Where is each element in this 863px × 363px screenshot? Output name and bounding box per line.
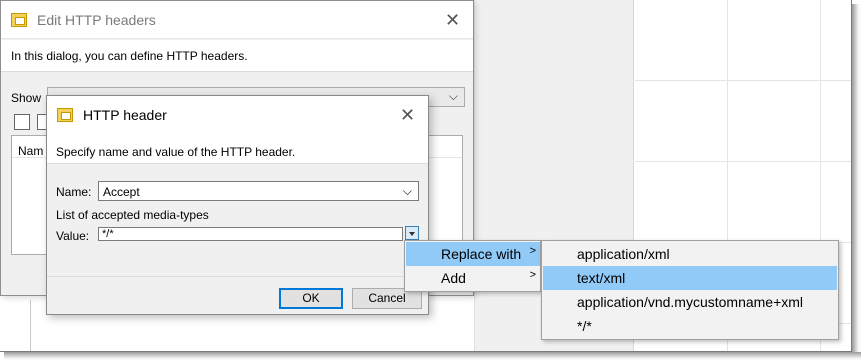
screenshot-shadow-right <box>852 4 861 356</box>
header-dialog-titlebar[interactable]: HTTP header <box>47 96 428 134</box>
value-label: Value: <box>56 229 90 243</box>
app-icon <box>57 108 73 122</box>
header-dialog-description: Specify name and value of the HTTP heade… <box>56 145 296 159</box>
close-icon[interactable]: ✕ <box>445 11 460 29</box>
chevron-down-icon: ⌵ <box>402 184 412 198</box>
submenu-item-any[interactable]: */* <box>543 314 837 338</box>
edit-dialog-titlebar[interactable]: Edit HTTP headers <box>1 1 473 39</box>
list-label: List of accepted media-types <box>56 208 209 222</box>
submenu-item-vnd-custom-xml[interactable]: application/vnd.mycustomname+xml <box>543 290 837 314</box>
show-label: Show <box>11 91 42 105</box>
chevron-right-icon: > <box>529 245 536 257</box>
value-context-menu: Replace with > Add > <box>404 240 541 292</box>
app-icon <box>11 12 27 27</box>
menu-item-add[interactable]: Add > <box>406 266 540 290</box>
menu-item-replace-with[interactable]: Replace with > <box>406 242 540 266</box>
background-divider <box>30 300 31 351</box>
name-combobox[interactable]: Accept ⌵ <box>98 181 419 201</box>
submenu-item-text-xml[interactable]: text/xml <box>543 266 837 290</box>
close-icon[interactable]: ✕ <box>400 106 415 124</box>
submenu-item-application-xml[interactable]: application/xml <box>543 242 837 266</box>
menu-item-label: Add <box>441 270 466 286</box>
chevron-down-icon: ⌵ <box>448 89 458 103</box>
value-input[interactable]: */* <box>98 227 403 241</box>
menu-item-label: Replace with <box>441 246 522 262</box>
http-header-dialog: HTTP header ✕ Specify name and value of … <box>46 95 429 315</box>
name-label: Name: <box>56 185 92 199</box>
header-dialog-title: HTTP header <box>83 107 167 123</box>
new-header-icon[interactable] <box>14 114 30 130</box>
name-value: Accept <box>103 185 140 199</box>
ok-button[interactable]: OK <box>279 288 343 309</box>
replace-with-submenu: application/xml text/xml application/vnd… <box>541 240 839 340</box>
value-dropdown-button[interactable] <box>405 226 419 240</box>
edit-dialog-description: In this dialog, you can define HTTP head… <box>11 49 248 63</box>
chevron-right-icon: > <box>529 269 536 281</box>
edit-dialog-title: Edit HTTP headers <box>37 11 156 28</box>
screenshot-shadow-bottom <box>4 352 861 361</box>
